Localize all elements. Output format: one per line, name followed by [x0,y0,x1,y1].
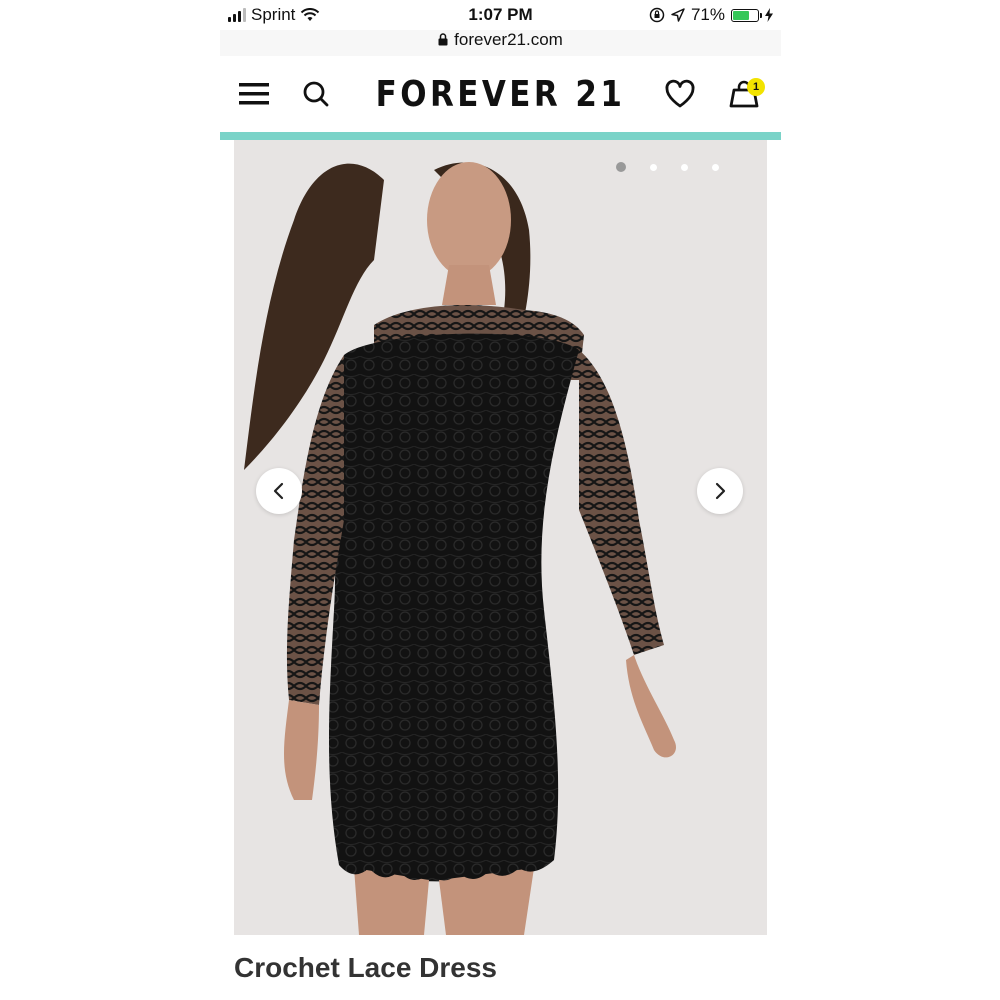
orientation-lock-icon [649,7,665,23]
product-title: Crochet Lace Dress [234,952,498,983]
charging-bolt-icon [765,8,773,22]
product-image-gallery[interactable] [234,140,767,935]
mobile-browser-screen: Sprint 1:07 PM 71% forever21.com FOREVER… [220,0,781,1000]
wishlist-button[interactable] [660,74,700,114]
heart-icon [665,79,695,108]
header-accent-bar [220,132,781,140]
lock-icon [438,33,448,46]
product-photo [244,162,676,935]
cart-count-badge: 1 [747,78,765,96]
carousel-dot[interactable] [650,163,657,171]
address-bar[interactable]: forever21.com [220,30,781,56]
carousel-pagination [616,162,719,172]
status-bar-right: 71% [649,5,773,25]
next-image-button[interactable] [697,468,743,514]
battery-icon [731,8,762,22]
chevron-right-icon [715,482,726,500]
url-text: forever21.com [454,30,563,49]
site-header: FOREVER 21 1 [220,58,781,132]
carousel-dot[interactable] [681,163,688,171]
location-arrow-icon [671,8,685,22]
status-bar: Sprint 1:07 PM 71% [220,0,781,30]
chevron-left-icon [273,482,284,500]
battery-percent: 71% [690,5,725,24]
carousel-dot[interactable] [616,162,626,172]
carousel-dot[interactable] [712,163,719,171]
previous-image-button[interactable] [256,468,302,514]
